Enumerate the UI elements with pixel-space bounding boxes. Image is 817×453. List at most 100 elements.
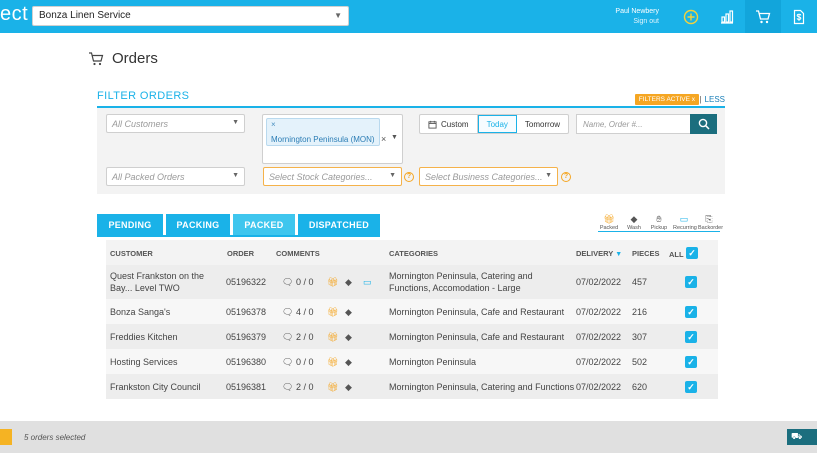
- filter-heading: FILTER ORDERS: [97, 90, 190, 102]
- customers-select[interactable]: All Customers ▼: [106, 114, 245, 133]
- truck-icon: ⛟: [791, 431, 803, 441]
- chevron-down-icon[interactable]: ▼: [391, 134, 398, 141]
- selected-route-tag: × Mornington Peninsula (MON): [266, 118, 380, 146]
- cell-order[interactable]: 05196380: [226, 356, 266, 368]
- business-categories-select[interactable]: Select Business Categories... ▼: [419, 167, 558, 186]
- user-name: Paul Newbery: [615, 8, 659, 15]
- add-circle-icon[interactable]: [673, 0, 709, 33]
- table-row[interactable]: Hosting Services 05196380 🗨︎ 0 / 0 🎁︎ ◆ …: [106, 349, 718, 374]
- header-categories[interactable]: CATEGORIES: [389, 249, 438, 258]
- less-label[interactable]: LESS: [705, 95, 725, 104]
- invoice-icon[interactable]: [781, 0, 817, 33]
- customers-placeholder: All Customers: [112, 119, 169, 129]
- header-delivery[interactable]: DELIVERY ▼: [576, 249, 622, 258]
- tab-packed[interactable]: PACKED: [233, 214, 295, 235]
- clear-all-icon[interactable]: ×: [381, 134, 386, 144]
- cell-categories: Mornington Peninsula, Catering and Funct…: [389, 271, 533, 293]
- sort-desc-icon: ▼: [615, 251, 623, 258]
- cell-categories: Mornington Peninsula, Cafe and Restauran…: [389, 331, 565, 342]
- close-icon[interactable]: x: [692, 96, 695, 103]
- packed-placeholder: All Packed Orders: [112, 172, 185, 182]
- row-checkbox[interactable]: ✓: [685, 330, 697, 343]
- top-bar: ect Bonza Linen Service ▼ Paul Newbery S…: [0, 0, 817, 33]
- tabs-underline: [97, 235, 380, 237]
- filter-header: FILTER ORDERS FILTERS ACTIVE x | LESS: [97, 88, 725, 108]
- packed-orders-select[interactable]: All Packed Orders ▼: [106, 167, 245, 186]
- date-tomorrow-label: Tomorrow: [524, 119, 561, 129]
- wash-icon: ◆: [345, 381, 352, 392]
- cell-categories: Mornington Peninsula, Cafe and Restauran…: [389, 306, 565, 317]
- brand-logo: ect: [0, 3, 29, 25]
- tag-remove-icon[interactable]: ×: [271, 120, 276, 129]
- filters-active-badge[interactable]: FILTERS ACTIVE x: [634, 94, 699, 105]
- cell-comments[interactable]: 🗨︎ 0 / 0: [282, 356, 313, 368]
- dispatch-button[interactable]: ⛟: [787, 429, 817, 445]
- document-arrow-icon: ⎘: [705, 214, 713, 224]
- select-all-checkbox[interactable]: ✓: [686, 247, 698, 259]
- cell-order[interactable]: 05196378: [226, 306, 266, 318]
- row-checkbox[interactable]: ✓: [685, 305, 697, 318]
- table-row[interactable]: Freddies Kitchen 05196379 🗨︎ 2 / 0 🎁︎ ◆ …: [106, 324, 718, 349]
- comment-icon: 🗨︎: [282, 331, 294, 342]
- cell-order[interactable]: 05196381: [226, 381, 266, 393]
- chart-icon[interactable]: [709, 0, 745, 33]
- cell-pieces: 307: [632, 331, 648, 342]
- page-title: Orders: [88, 50, 158, 67]
- stock-categories-select[interactable]: Select Stock Categories... ▼: [263, 167, 402, 186]
- company-select[interactable]: Bonza Linen Service ▼: [32, 6, 349, 26]
- header-comments[interactable]: COMMENTS: [276, 249, 320, 258]
- date-today-button[interactable]: Today: [477, 115, 517, 133]
- cell-customer: Quest Frankston on the Bay... Level TWO: [110, 271, 205, 293]
- search-button[interactable]: [690, 114, 717, 134]
- packed-icon: 🎁︎: [327, 381, 339, 392]
- table-header: CUSTOMER ORDER COMMENTS CATEGORIES DELIV…: [106, 240, 718, 265]
- route-multiselect[interactable]: × Mornington Peninsula (MON) × ▼: [262, 114, 403, 164]
- cart-icon: [89, 51, 104, 65]
- company-select-value: Bonza Linen Service: [39, 10, 131, 21]
- filters-active-label: FILTERS ACTIVE: [638, 96, 690, 103]
- date-tomorrow-button[interactable]: Tomorrow: [517, 115, 568, 133]
- order-search-input[interactable]: Name, Order #...: [576, 114, 690, 134]
- comment-count: 0 / 0: [295, 277, 314, 287]
- row-checkbox[interactable]: ✓: [685, 276, 697, 288]
- cell-comments[interactable]: 🗨︎ 2 / 0: [282, 331, 313, 343]
- table-row[interactable]: Bonza Sanga's 05196378 🗨︎ 4 / 0 🎁︎ ◆ Mor…: [106, 299, 718, 324]
- selected-count: 5 orders selected: [24, 433, 86, 442]
- header-pieces[interactable]: PIECES: [632, 249, 660, 258]
- search-placeholder: Name, Order #...: [583, 120, 643, 129]
- legend-packed: 🎁︎ Packed: [598, 214, 620, 231]
- row-checkbox[interactable]: ✓: [685, 355, 697, 368]
- chevron-down-icon: ▼: [334, 11, 342, 20]
- comment-icon: 🗨︎: [282, 356, 294, 367]
- tab-dispatched[interactable]: DISPATCHED: [298, 214, 380, 235]
- table-row[interactable]: Quest Frankston on the Bay... Level TWO …: [106, 265, 718, 299]
- table-row[interactable]: Frankston City Council 05196381 🗨︎ 2 / 0…: [106, 374, 718, 399]
- legend-pickup: ✋︎ Pickup: [648, 214, 670, 231]
- comment-icon: 🗨︎: [282, 381, 294, 392]
- help-icon[interactable]: ?: [561, 172, 571, 182]
- selection-indicator: [0, 429, 12, 445]
- help-icon[interactable]: ?: [404, 172, 414, 182]
- cell-pieces: 620: [632, 381, 648, 392]
- packed-icon: 🎁︎: [327, 277, 339, 287]
- header-all: ALL: [669, 250, 684, 259]
- selected-route-label: Mornington Peninsula (MON): [271, 135, 375, 144]
- tab-packing[interactable]: PACKING: [166, 214, 230, 235]
- cell-comments[interactable]: 🗨︎ 4 / 0: [282, 306, 313, 318]
- cell-comments[interactable]: 🗨︎ 0 / 0: [282, 276, 313, 288]
- cell-order[interactable]: 05196322: [226, 276, 266, 288]
- cell-order[interactable]: 05196379: [226, 331, 266, 343]
- sign-out-link[interactable]: Sign out: [615, 17, 659, 27]
- header-customer[interactable]: CUSTOMER: [110, 249, 153, 258]
- page-title-text: Orders: [112, 50, 158, 67]
- tab-pending[interactable]: PENDING: [97, 214, 163, 235]
- cart-icon[interactable]: [745, 0, 781, 33]
- row-checkbox[interactable]: ✓: [685, 380, 697, 393]
- hand-icon: ✋︎: [656, 214, 662, 224]
- header-delivery-label: DELIVERY: [576, 249, 614, 258]
- less-toggle[interactable]: | LESS: [699, 95, 725, 104]
- header-order[interactable]: ORDER: [227, 249, 254, 258]
- cell-delivery: 07/02/2022: [576, 331, 622, 342]
- date-custom-button[interactable]: Custom: [420, 115, 478, 133]
- cell-comments[interactable]: 🗨︎ 2 / 0: [282, 381, 313, 393]
